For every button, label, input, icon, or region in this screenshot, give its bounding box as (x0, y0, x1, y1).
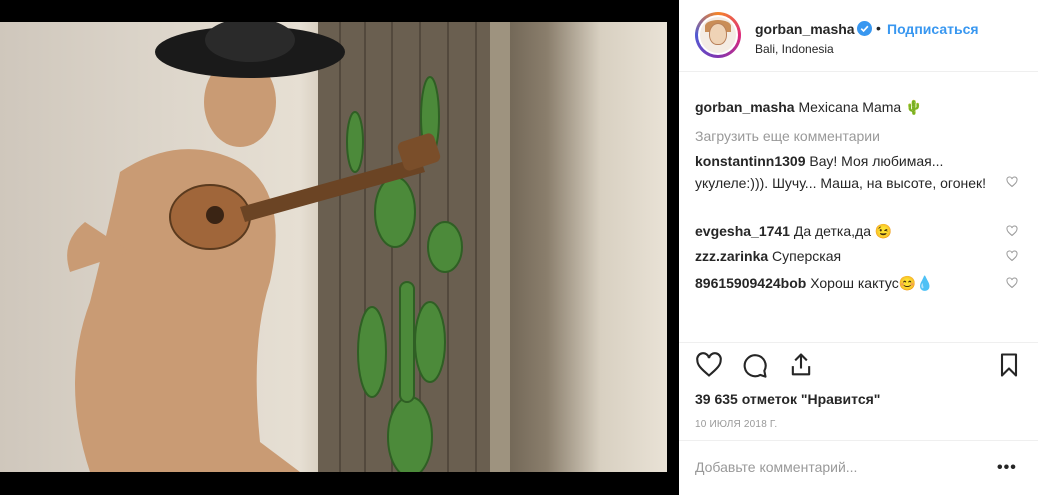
add-comment-input[interactable] (695, 459, 975, 475)
small-heart-icon[interactable] (1006, 225, 1018, 237)
location-link[interactable]: Bali, Indonesia (755, 42, 834, 56)
more-options-icon[interactable]: ••• (997, 459, 1017, 477)
post-actions: 39 635 отметок "Нравится" 10 ИЮЛЯ 2018 Г… (679, 342, 1038, 442)
verified-badge-icon (857, 21, 872, 36)
small-heart-icon[interactable] (1006, 176, 1018, 188)
comments-section: gorban_masha Mexicana Mama 🌵 Загрузить е… (679, 72, 1038, 342)
small-heart-icon[interactable] (1006, 277, 1018, 289)
post-photo[interactable] (0, 22, 667, 472)
caption-text: Mexicana Mama 🌵 (798, 99, 923, 115)
avatar[interactable] (695, 12, 741, 58)
comment-text: Суперская (772, 248, 842, 264)
comment-item: 89615909424bob Хорош кактус😊💧 (695, 272, 995, 294)
comment-text: Да детка,да 😉 (793, 223, 893, 239)
post-details-panel: gorban_masha • Подписаться Bali, Indones… (679, 0, 1038, 495)
comment-username[interactable]: konstantinn1309 (695, 153, 805, 169)
comment-username[interactable]: 89615909424bob (695, 275, 806, 291)
avatar-face (709, 23, 727, 45)
photo-illustration (67, 22, 510, 472)
likes-count[interactable]: 39 635 отметок "Нравится" (695, 391, 880, 407)
small-heart-icon[interactable] (1006, 250, 1018, 262)
load-more-comments-button[interactable]: Загрузить еще комментарии (695, 128, 880, 144)
comment-item: konstantinn1309 Вау! Моя любимая... укул… (695, 150, 995, 194)
post-caption: gorban_masha Mexicana Mama 🌵 (695, 99, 923, 116)
avatar-image (698, 15, 738, 55)
separator-dot: • (876, 20, 881, 36)
comment-item: zzz.zarinka Суперская (695, 245, 995, 267)
comment-icon[interactable] (741, 351, 769, 379)
bookmark-icon[interactable] (995, 351, 1023, 379)
comment-item: evgesha_1741 Да детка,да 😉 (695, 220, 995, 242)
post-header: gorban_masha • Подписаться Bali, Indones… (679, 0, 1038, 72)
post-date: 10 ИЮЛЯ 2018 Г. (695, 419, 778, 430)
add-comment-bar: ••• (679, 440, 1038, 495)
follow-button[interactable]: Подписаться (887, 21, 979, 37)
comment-username[interactable]: zzz.zarinka (695, 248, 768, 264)
caption-username[interactable]: gorban_masha (695, 99, 795, 115)
share-icon[interactable] (787, 351, 815, 379)
comment-username[interactable]: evgesha_1741 (695, 223, 790, 239)
comment-text: Хорош кактус😊💧 (810, 275, 934, 291)
header-username[interactable]: gorban_masha (755, 21, 855, 37)
heart-icon[interactable] (695, 351, 723, 379)
